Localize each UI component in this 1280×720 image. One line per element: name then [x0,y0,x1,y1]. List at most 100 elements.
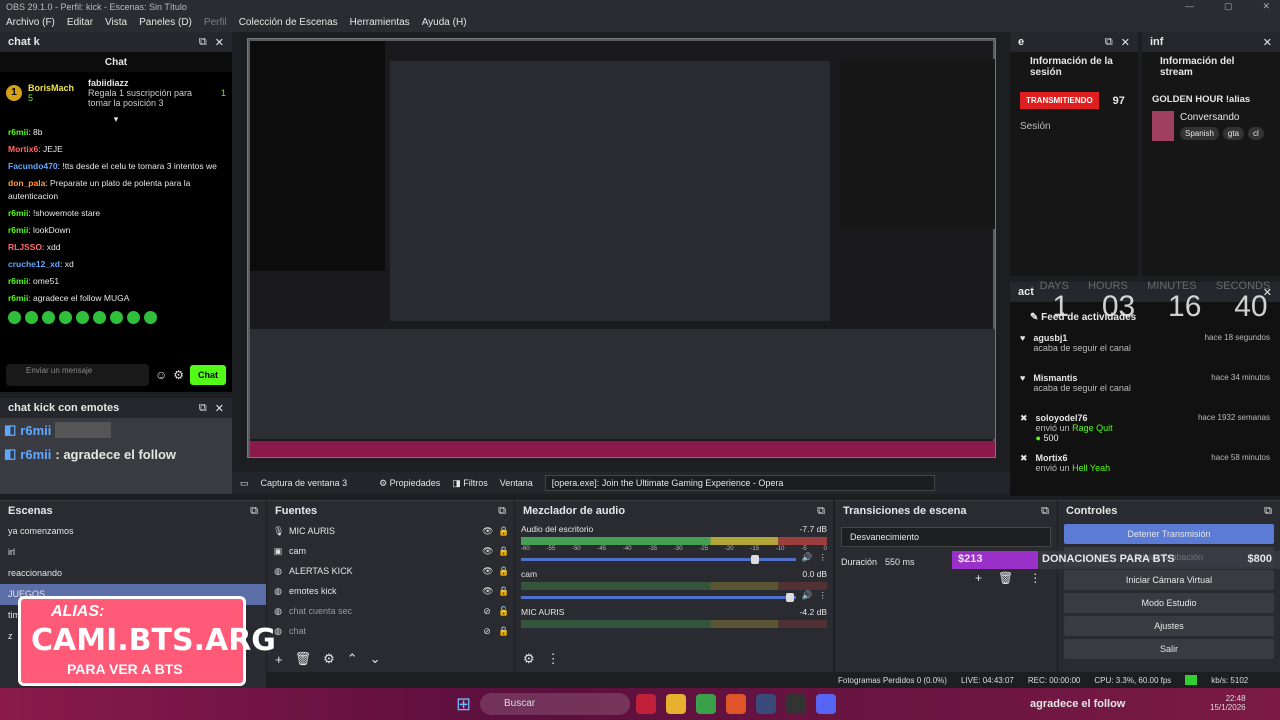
volume-slider[interactable] [521,593,796,602]
eye-icon[interactable]: 👁 [482,526,493,537]
chat-username[interactable]: cruche12_xd [8,259,60,269]
preview-taskbar [250,441,995,457]
menu-paneles[interactable]: Paneles (D) [139,17,192,29]
more-icon[interactable]: ⋮ [1029,571,1041,585]
menu-herramientas[interactable]: Herramientas [350,17,410,29]
chat-username[interactable]: r6mii [8,127,28,137]
settings-button[interactable]: Ajustes [1064,616,1274,636]
chevron-down-icon[interactable]: ▾ [0,114,232,124]
close-icon[interactable]: ✕ [215,402,224,415]
stop-streaming-button[interactable]: Detener Transmisión [1064,524,1274,544]
more-icon[interactable]: ⋮ [819,590,828,601]
float-icon[interactable]: ⧉ [498,505,506,518]
float-icon[interactable]: ⧉ [1105,36,1113,49]
eye-closed-icon[interactable]: ⊘ [482,606,492,617]
windows-start-icon[interactable]: ⊞ [456,694,471,715]
trash-icon[interactable]: 🗑 [295,651,312,667]
chat-username[interactable]: r6mii [8,293,28,303]
eye-icon[interactable]: 👁 [482,566,493,577]
discord-icon[interactable] [816,694,836,714]
menu-perfil[interactable]: Perfil [204,17,227,29]
eye-icon[interactable]: 👁 [482,586,493,597]
source-item[interactable]: 🎙 MIC AURIS 👁 🔒 [267,521,514,541]
source-item[interactable]: ◍ emotes kick 👁 🔒 [267,581,514,601]
menu-ayuda[interactable]: Ayuda (H) [422,17,467,29]
chat-input[interactable]: Enviar un mensaje [6,364,149,386]
chat-username[interactable]: Facundo470 [8,161,58,171]
chrome-icon[interactable] [696,694,716,714]
close-icon[interactable]: ✕ [1263,36,1272,49]
float-icon[interactable]: ⧉ [1264,505,1272,518]
minimize-icon[interactable]: — [1185,1,1194,12]
float-icon[interactable]: ⧉ [250,505,258,518]
settings-icon[interactable]: ⚙ [173,368,184,382]
float-icon[interactable]: ⧉ [817,505,825,518]
source-item-hidden[interactable]: ◍ chat cuenta sec ⊘ 🔓 [267,601,514,621]
gear-icon[interactable]: ⚙ [323,651,335,667]
float-icon[interactable]: ⧉ [1041,505,1049,518]
obs-icon[interactable] [786,694,806,714]
down-arrow-icon[interactable]: ⌄ [370,651,381,667]
menu-coleccion-escenas[interactable]: Colección de Escenas [239,17,338,29]
close-icon[interactable]: ✕ [1121,36,1130,49]
duration-input[interactable]: 550 ms [885,557,915,567]
taskbar-clock[interactable]: 22:48 15/1/2026 [1210,694,1246,712]
source-item[interactable]: ◍ ALERTAS KICK 👁 🔒 [267,561,514,581]
menu-archivo[interactable]: Archivo (F) [6,17,55,29]
chat-username[interactable]: r6mii [8,276,28,286]
lock-icon[interactable]: 🔒 [498,546,509,557]
volume-slider[interactable] [521,555,796,564]
chat-username[interactable]: r6mii [8,208,28,218]
speaker-icon[interactable]: 🔊 [802,552,813,563]
up-arrow-icon[interactable]: ⌃ [347,651,358,667]
trash-icon[interactable]: 🗑 [998,571,1013,585]
emote-bar[interactable] [0,307,232,328]
float-icon[interactable]: ⧉ [199,36,207,49]
more-icon[interactable]: ⋮ [819,552,828,563]
studio-mode-button[interactable]: Modo Estudio [1064,593,1274,613]
window-select[interactable]: [opera.exe]: Join the Ultimate Gaming Ex… [544,475,935,491]
source-item-hidden[interactable]: ◍ chat ⊘ 🔒 [267,621,514,641]
app-icon[interactable] [756,694,776,714]
float-icon[interactable]: ⧉ [199,402,207,415]
slider-knob[interactable] [786,593,795,602]
more-icon[interactable]: ⋮ [547,651,560,667]
lock-icon[interactable]: 🔒 [498,626,509,637]
scene-item[interactable]: irl [0,542,266,563]
transition-select[interactable]: Desvanecimiento [841,527,1051,547]
source-item[interactable]: ▣ cam 👁 🔒 [267,541,514,561]
unlock-icon[interactable]: 🔓 [498,606,509,617]
close-icon[interactable]: ✕ [1262,1,1270,12]
add-icon[interactable]: + [975,571,982,585]
menu-editar[interactable]: Editar [67,17,93,29]
exit-button[interactable]: Salir [1064,639,1274,659]
chat-send-button[interactable]: Chat [190,365,226,385]
folder-icon[interactable] [666,694,686,714]
emoji-icon[interactable]: ☺ [155,368,167,382]
brave-icon[interactable] [726,694,746,714]
opera-icon[interactable] [636,694,656,714]
chat-username[interactable]: r6mii [8,225,28,235]
lock-icon[interactable]: 🔒 [498,526,509,537]
eye-closed-icon[interactable]: ⊘ [482,626,492,637]
taskbar-search[interactable]: Buscar [480,693,630,715]
filters-button[interactable]: ◨ Filtros [452,478,488,489]
lock-icon[interactable]: 🔒 [498,586,509,597]
chat-username[interactable]: Mortix6 [8,144,38,154]
eye-icon[interactable]: 👁 [482,546,493,557]
speaker-icon[interactable]: 🔊 [802,590,813,601]
chat-username[interactable]: RLJSSO [8,242,42,252]
maximize-icon[interactable]: ▢ [1224,1,1233,12]
properties-button[interactable]: ⚙ Propiedades [379,478,440,489]
add-icon[interactable]: + [275,652,283,667]
program-preview[interactable] [247,38,996,458]
menu-vista[interactable]: Vista [105,17,127,29]
slider-knob[interactable] [750,555,759,564]
lock-icon[interactable]: 🔒 [498,566,509,577]
gear-icon[interactable]: ⚙ [523,651,535,667]
chat-username[interactable]: don_pala [8,178,45,188]
close-icon[interactable]: ✕ [215,36,224,49]
scene-item[interactable]: reaccionando [0,563,266,584]
scene-item[interactable]: ya comenzamos [0,521,266,542]
start-virtual-camera-button[interactable]: Iniciar Cámara Virtual [1064,570,1274,590]
